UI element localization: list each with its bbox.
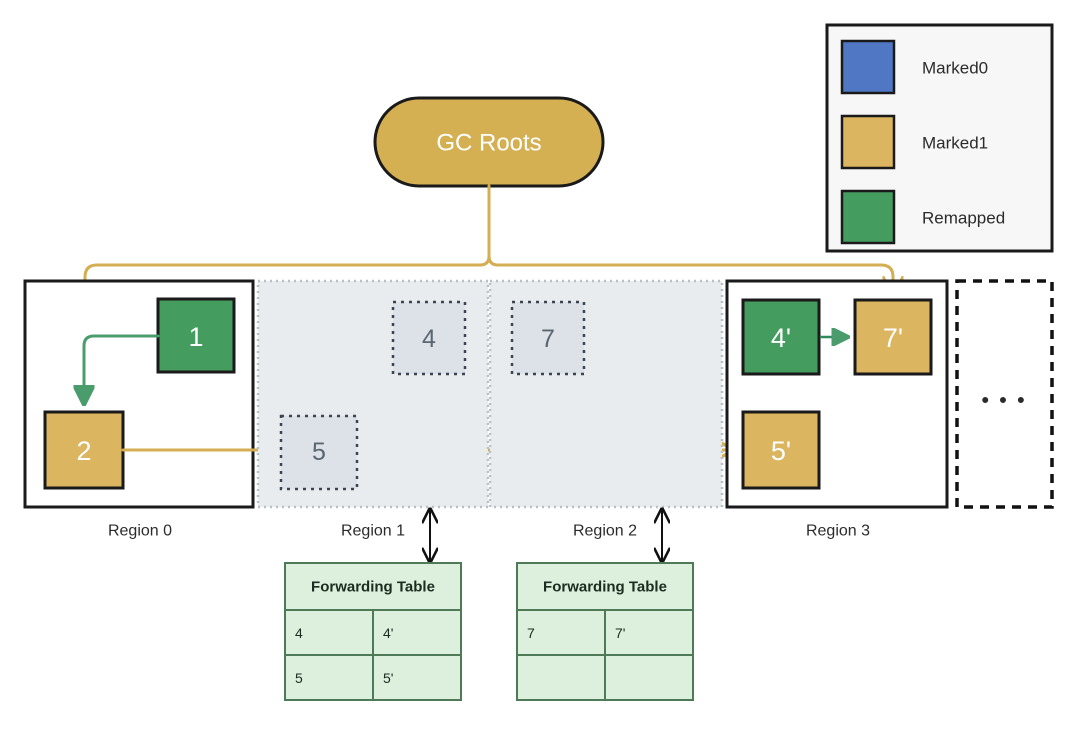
forwarding-table-1-row-0-from: 4	[295, 625, 303, 641]
ghost-object-4: 4	[391, 300, 467, 376]
object-5prime: 5'	[741, 410, 821, 490]
object-4prime-label: 4'	[771, 323, 791, 353]
legend-swatch-marked1	[840, 114, 896, 170]
object-2-label: 2	[76, 436, 91, 466]
region-2: 7 Region 2	[488, 279, 724, 540]
region-1: 4 5 Region 1	[256, 279, 490, 540]
ghost-object-5-label: 5	[312, 438, 326, 466]
legend-label-marked0: Marked0	[922, 59, 988, 78]
forwarding-table-1-row-1-to: 5'	[383, 670, 393, 686]
ghost-object-7-label: 7	[541, 325, 555, 353]
ghost-object-5: 5	[279, 414, 359, 491]
region-3-label: Region 3	[806, 523, 870, 540]
forwarding-table-2: Forwarding Table 7 7'	[516, 562, 694, 701]
forwarding-table-1-title: Forwarding Table	[311, 579, 435, 596]
ghost-object-4-label: 4	[422, 325, 436, 353]
forwarding-table-2-row-0-from: 7	[527, 625, 535, 641]
legend-swatch-remapped	[840, 189, 896, 245]
object-2: 2	[43, 410, 125, 490]
legend-label-marked1: Marked1	[922, 134, 988, 153]
zgc-relocation-diagram: Marked0 Marked1 Remapped GC Roots 1 2 Re…	[0, 0, 1080, 730]
ghost-object-7: 7	[510, 300, 586, 376]
more-regions-ellipsis: • • •	[981, 388, 1026, 413]
forwarding-table-2-title: Forwarding Table	[543, 579, 667, 596]
region-2-label: Region 2	[573, 523, 637, 540]
object-1-label: 1	[188, 322, 203, 352]
region-0: 1 2 Region 0	[23, 279, 255, 540]
diagram-canvas: Marked0 Marked1 Remapped GC Roots 1 2 Re…	[23, 23, 1054, 701]
forwarding-table-1-row-0-to: 4'	[383, 625, 393, 641]
object-5prime-label: 5'	[771, 436, 791, 466]
object-4prime: 4'	[741, 298, 821, 376]
region-0-label: Region 0	[108, 523, 172, 540]
gc-roots-label: GC Roots	[436, 130, 541, 157]
region-3: 4' 7' 5' Region 3	[725, 279, 949, 540]
region-1-label: Region 1	[341, 523, 405, 540]
object-1: 1	[156, 297, 236, 374]
legend-swatch-marked0	[840, 39, 896, 95]
legend: Marked0 Marked1 Remapped	[825, 23, 1054, 253]
gc-roots-node: GC Roots	[373, 96, 605, 188]
forwarding-table-1: Forwarding Table 4 4' 5 5'	[284, 562, 462, 701]
object-7prime-label: 7'	[883, 323, 903, 353]
legend-label-remapped: Remapped	[922, 209, 1005, 228]
forwarding-table-2-row-0-to: 7'	[615, 625, 625, 641]
forwarding-table-1-row-1-from: 5	[295, 670, 303, 686]
more-regions: • • •	[955, 279, 1054, 509]
object-7prime: 7'	[853, 298, 933, 376]
